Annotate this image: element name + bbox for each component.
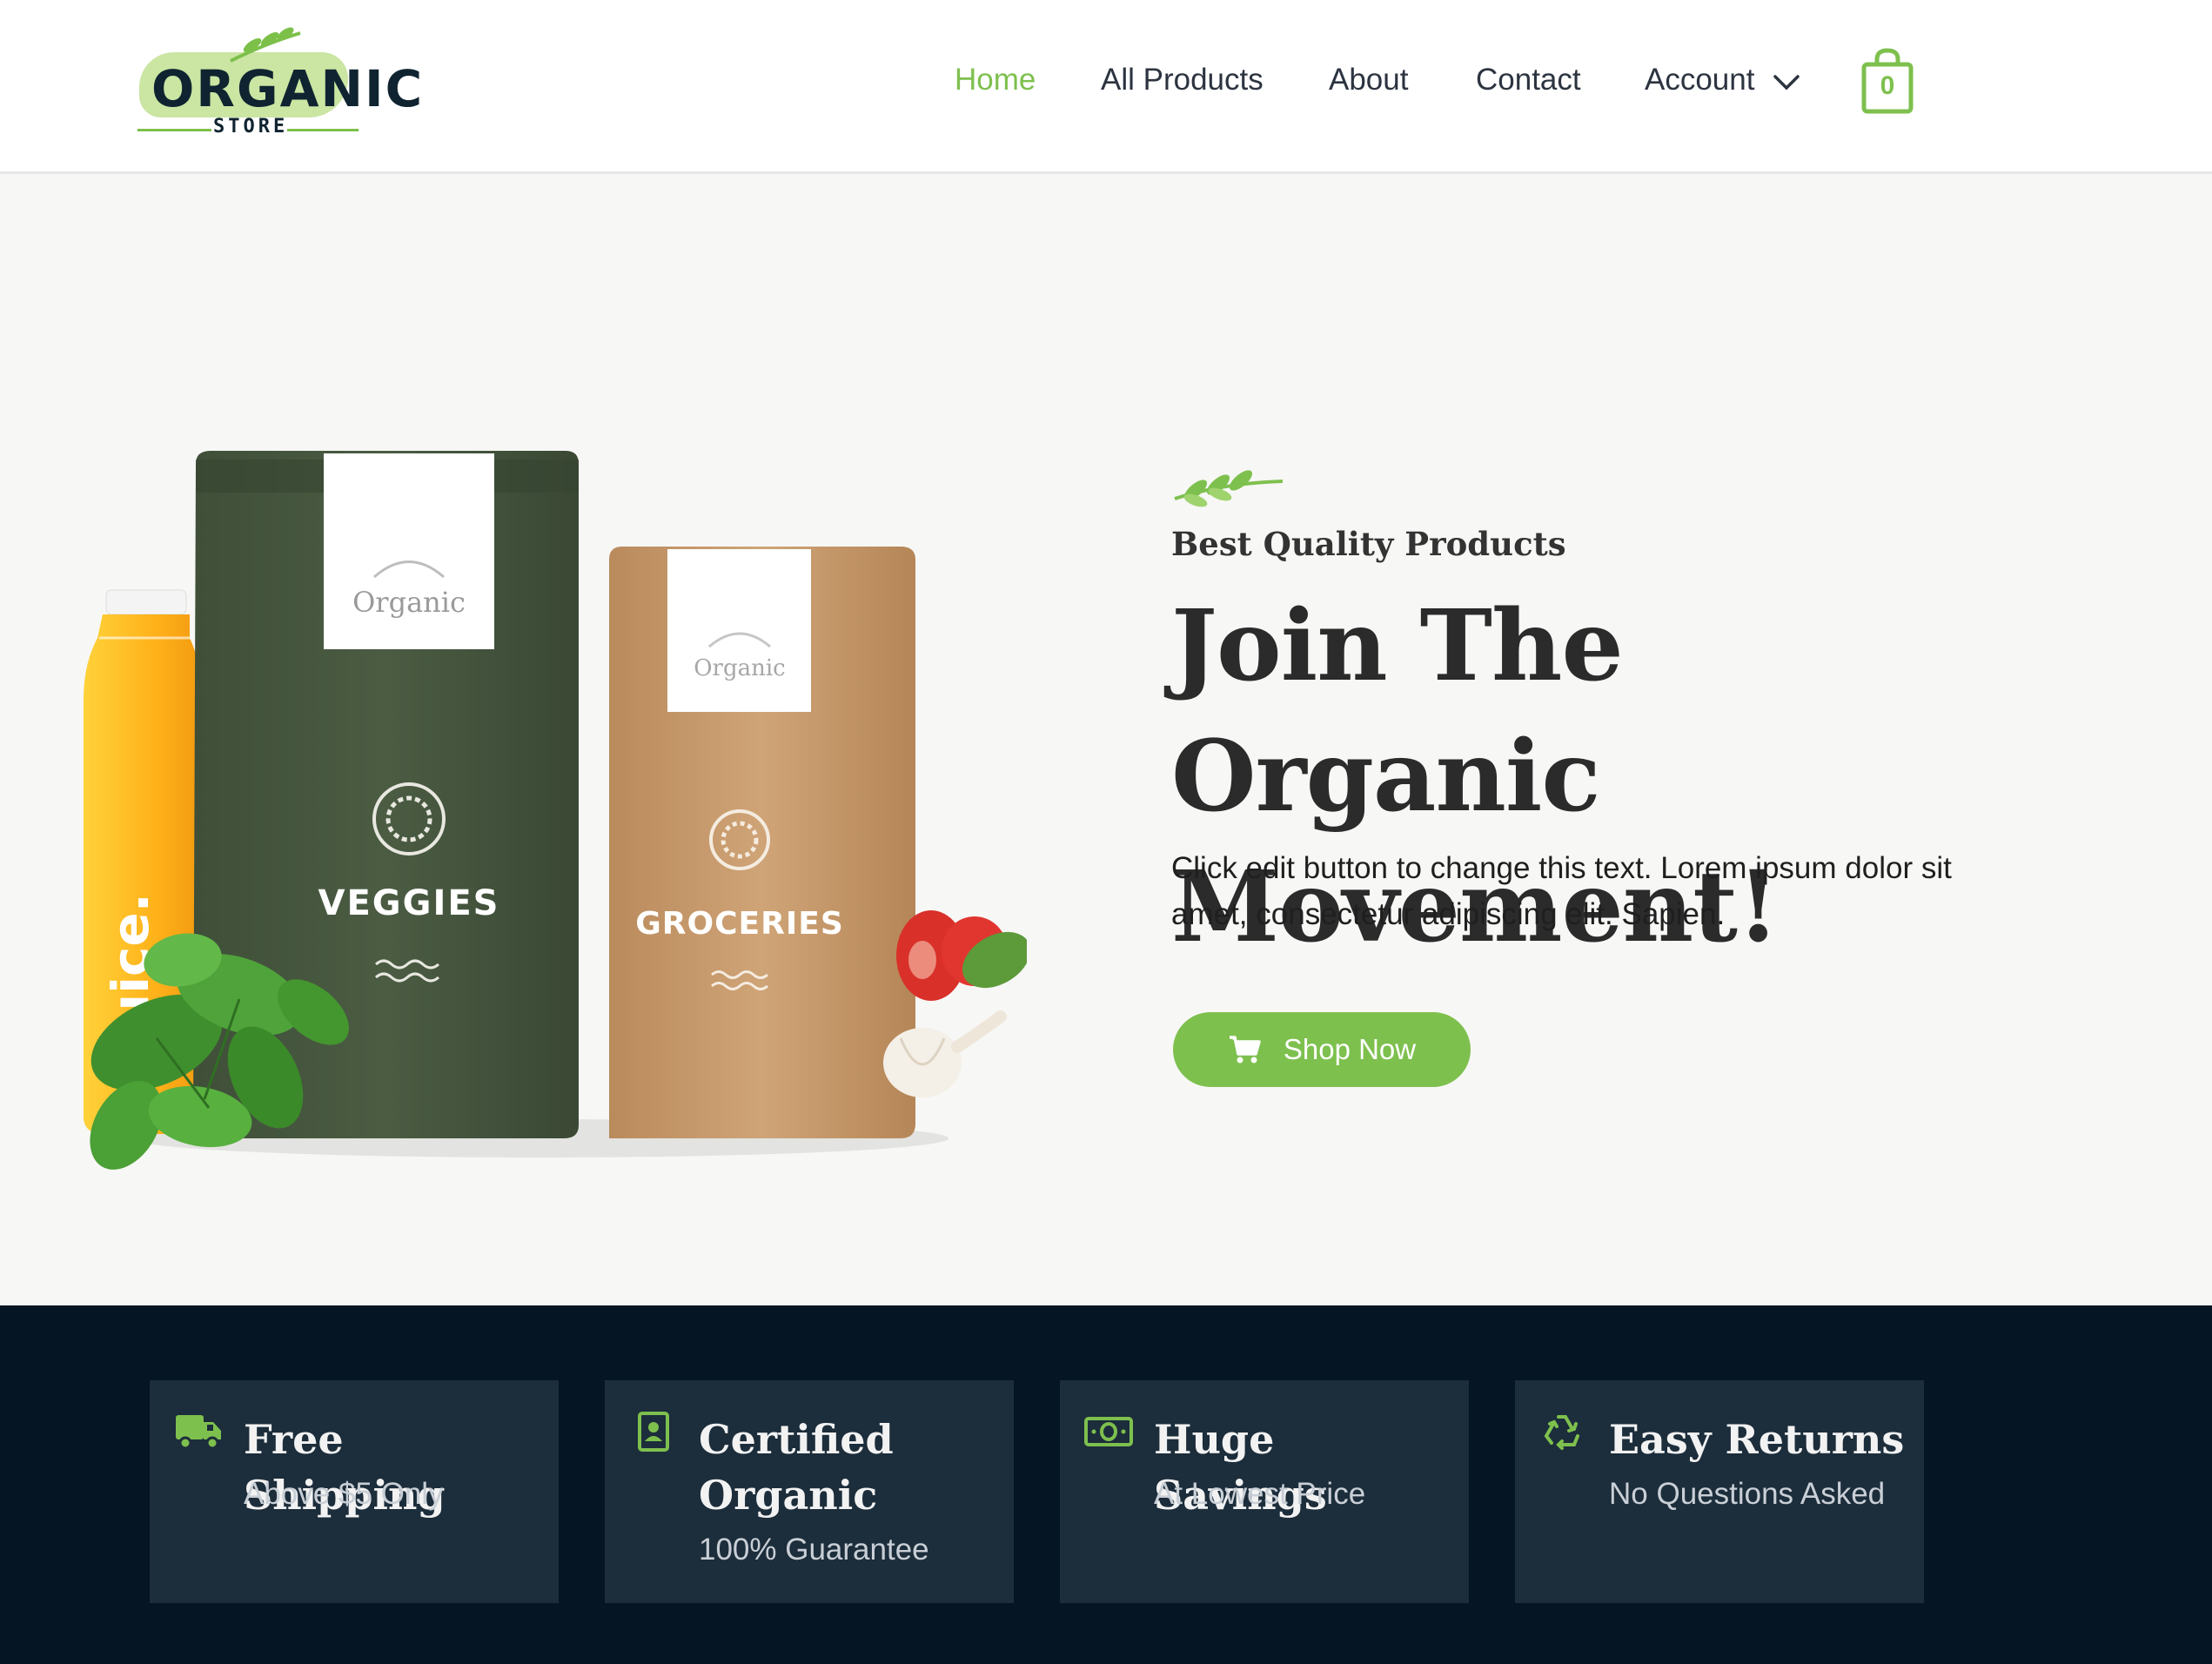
- feature-card-shipping: Free Shipping Above $5 Only: [150, 1380, 559, 1603]
- feature-card-savings: Huge Savings At Lowest Price: [1060, 1380, 1469, 1603]
- feature-title: Certified Organic: [699, 1416, 894, 1519]
- shop-now-label: Shop Now: [1283, 1033, 1417, 1065]
- hero-product-image: juice. Organic VEGGIES Organic GROCERIES: [84, 451, 1027, 1170]
- veggies-bag-brand: Organic: [352, 586, 466, 619]
- site-header: ORGANIC STORE Home All Products About Co…: [0, 0, 2212, 174]
- nav-home[interactable]: Home: [955, 63, 1036, 97]
- feature-subtitle: 100% Guarantee: [699, 1533, 929, 1567]
- hero-description: Click edit button to change this text. L…: [1171, 851, 1952, 931]
- nav-account[interactable]: Account: [1645, 63, 1754, 97]
- veggies-bag-label: VEGGIES: [318, 883, 500, 923]
- cart-button[interactable]: 0: [1860, 47, 1914, 115]
- logo-rule-right: [287, 129, 359, 131]
- nav-all-products[interactable]: All Products: [1101, 63, 1264, 97]
- feature-subtitle: At Lowest Price: [1154, 1477, 1366, 1511]
- logo-main-text: ORGANIC: [151, 59, 425, 118]
- leaf-sprig-icon: [1174, 470, 1284, 507]
- truck-icon: [176, 1415, 221, 1450]
- certificate-icon: [638, 1412, 669, 1452]
- cart-icon: [1229, 1036, 1261, 1063]
- shop-now-button[interactable]: Shop Now: [1173, 1012, 1471, 1087]
- nav-contact[interactable]: Contact: [1476, 63, 1581, 97]
- store-logo[interactable]: ORGANIC STORE: [131, 26, 422, 148]
- feature-card-certified: Certified Organic 100% Guarantee: [605, 1380, 1014, 1603]
- feature-subtitle: Above $5 Only: [244, 1477, 444, 1511]
- groceries-bag-brand: Organic: [694, 655, 786, 681]
- logo-sub-text: STORE: [213, 116, 289, 138]
- features-band: Free Shipping Above $5 Only Certified Or…: [0, 1305, 2212, 1664]
- logo-rule-left: [137, 129, 211, 131]
- hero-eyebrow: Best Quality Products: [1171, 525, 1566, 563]
- cart-count-badge: 0: [1880, 71, 1895, 100]
- groceries-bag: Organic GROCERIES: [609, 547, 915, 1138]
- recycle-icon: [1544, 1415, 1579, 1450]
- feature-card-returns: Easy Returns No Questions Asked: [1515, 1380, 1924, 1603]
- money-icon: [1084, 1417, 1133, 1446]
- chevron-down-icon[interactable]: [1773, 73, 1800, 92]
- nav-about[interactable]: About: [1329, 63, 1408, 97]
- hero-section: juice. Organic VEGGIES Organic GROCERIES: [0, 177, 2212, 1305]
- groceries-bag-label: GROCERIES: [635, 906, 844, 942]
- feature-subtitle: No Questions Asked: [1609, 1477, 1886, 1511]
- feature-title: Easy Returns: [1609, 1416, 1905, 1463]
